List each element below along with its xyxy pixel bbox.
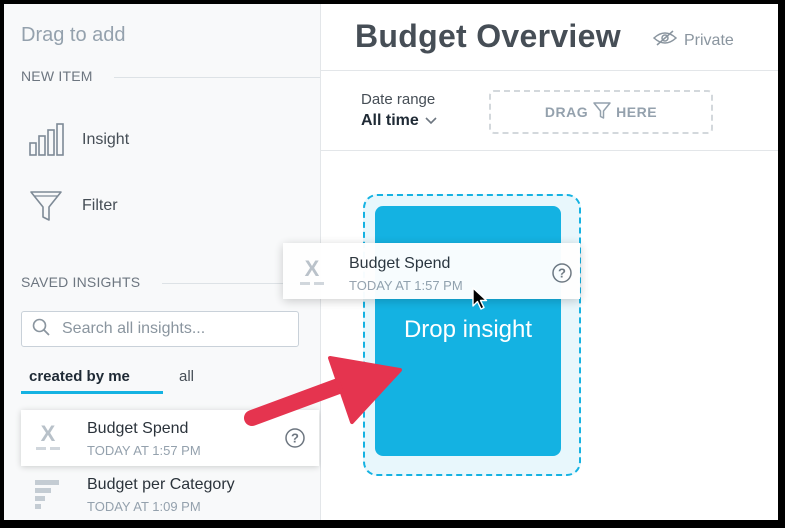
- new-item-heading: NEW ITEM: [21, 68, 93, 84]
- divider: [321, 70, 778, 71]
- search-box[interactable]: [21, 311, 299, 347]
- mouse-cursor-icon: [472, 287, 488, 310]
- drag-zone-left-text: DRAG: [544, 104, 589, 120]
- tab-created-by-me[interactable]: created by me: [29, 368, 130, 385]
- pointer-arrow-icon: [244, 356, 402, 426]
- insight-name: Budget per Category: [87, 476, 235, 493]
- active-tab-indicator: [21, 391, 163, 394]
- headline-x-icon: X: [297, 256, 327, 294]
- filter-drop-zone[interactable]: DRAG HERE: [489, 90, 713, 134]
- new-filter-item[interactable]: Filter: [28, 188, 118, 224]
- svg-text:?: ?: [558, 266, 566, 281]
- search-input[interactable]: [60, 319, 284, 339]
- sidebar: Drag to add NEW ITEM Insight Filter SAVE…: [4, 4, 321, 520]
- insight-date: TODAY AT 1:57 PM: [349, 278, 463, 293]
- funnel-icon: [592, 101, 612, 124]
- new-insight-item[interactable]: Insight: [28, 122, 129, 158]
- svg-text:X: X: [305, 257, 320, 281]
- sidebar-title: Drag to add: [21, 24, 126, 46]
- insight-date: TODAY AT 1:57 PM: [87, 443, 201, 458]
- funnel-icon: [28, 188, 64, 224]
- new-filter-label: Filter: [82, 197, 118, 214]
- date-range-value: All time: [361, 112, 419, 129]
- date-range-dropdown[interactable]: All time: [361, 112, 437, 130]
- search-icon: [22, 318, 50, 341]
- eye-slash-icon: [652, 30, 678, 51]
- insight-date: TODAY AT 1:09 PM: [87, 499, 201, 514]
- saved-insights-heading: SAVED INSIGHTS: [21, 274, 141, 290]
- svg-text:X: X: [41, 422, 56, 446]
- visibility-label: Private: [684, 31, 734, 49]
- list-item[interactable]: Budget per Category TODAY AT 1:09 PM: [21, 466, 319, 520]
- insight-name: Budget Spend: [349, 255, 451, 272]
- drag-zone-right-text: HERE: [616, 104, 658, 120]
- tab-all[interactable]: all: [179, 368, 194, 385]
- app-window: Drag to add NEW ITEM Insight Filter SAVE…: [4, 4, 778, 520]
- page-title[interactable]: Budget Overview: [355, 18, 621, 55]
- new-insight-label: Insight: [82, 131, 130, 148]
- visibility-badge[interactable]: Private: [652, 30, 734, 51]
- help-icon[interactable]: ?: [552, 263, 572, 288]
- horizontal-bar-icon: [33, 478, 63, 515]
- headline-x-icon: X: [33, 421, 63, 459]
- bar-chart-icon: [28, 122, 64, 158]
- chevron-down-icon: [425, 112, 437, 130]
- date-range-label: Date range: [361, 91, 436, 108]
- insight-name: Budget Spend: [87, 420, 189, 437]
- divider: [321, 150, 778, 151]
- drop-insight-label: Drop insight: [403, 316, 533, 343]
- dragged-insight-card[interactable]: X Budget Spend TODAY AT 1:57 PM ?: [283, 243, 580, 299]
- divider: [114, 77, 320, 78]
